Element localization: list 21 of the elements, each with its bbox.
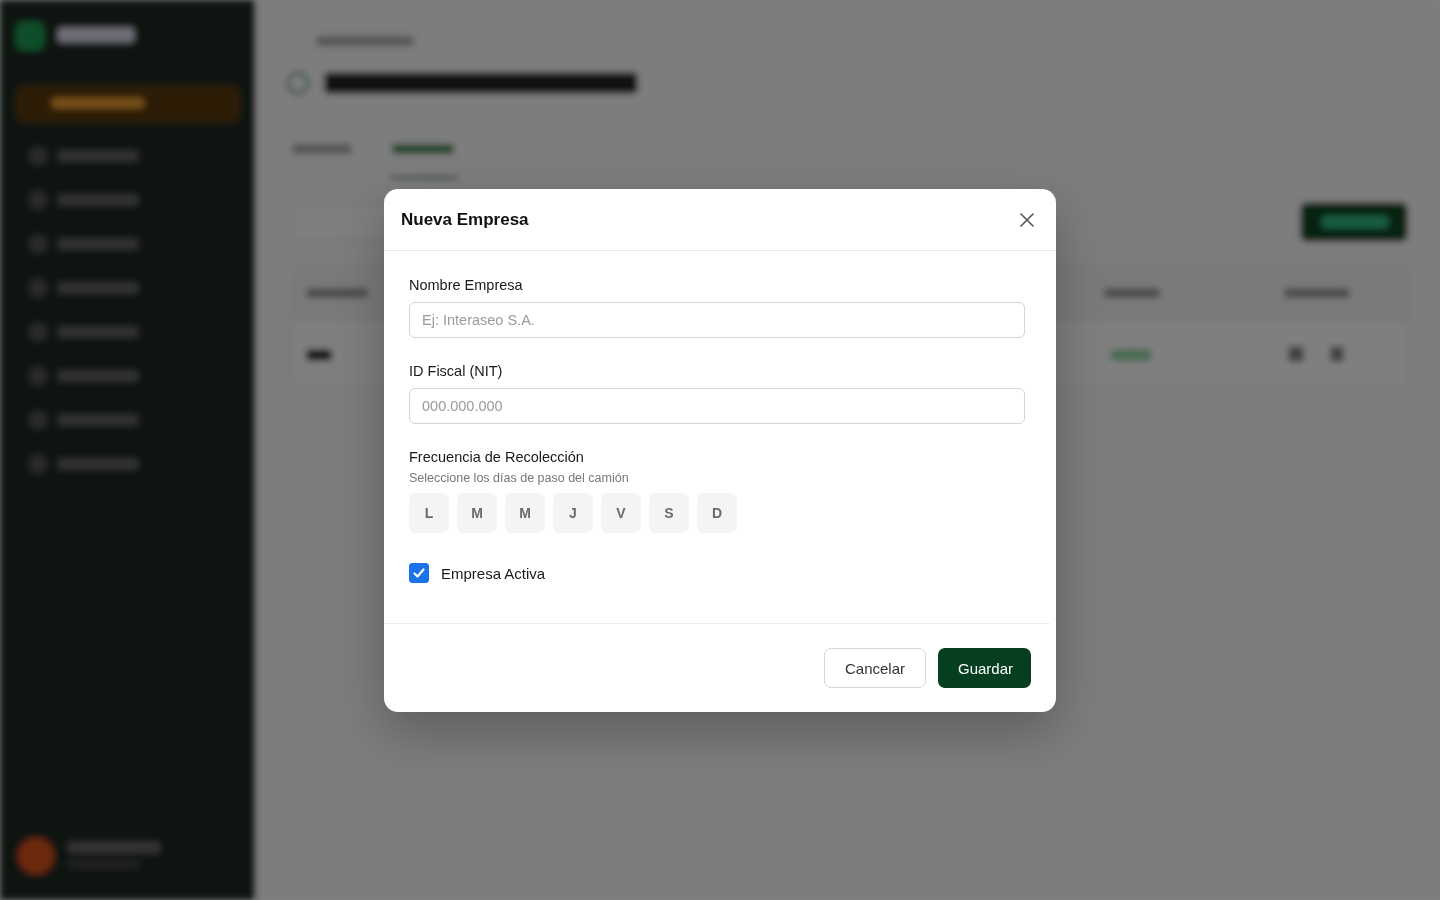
check-icon: [412, 566, 426, 580]
field-label: ID Fiscal (NIT): [409, 363, 504, 379]
field-label: Frecuencia de Recolección: [409, 449, 585, 465]
field-label: Nombre Empresa: [409, 277, 524, 293]
close-icon: [1020, 212, 1034, 227]
dialog-title: Nueva Empresa: [401, 209, 529, 230]
checkbox-label: Empresa Activa: [441, 564, 546, 582]
day-toggle[interactable]: D: [697, 493, 737, 533]
day-toggle[interactable]: V: [601, 493, 641, 533]
day-toggle[interactable]: J: [553, 493, 593, 533]
day-toggle[interactable]: L: [409, 493, 449, 533]
input-field[interactable]: Ej: Interaseo S.A.: [409, 302, 1025, 338]
close-button[interactable]: [1018, 210, 1036, 229]
checkbox[interactable]: [409, 563, 429, 583]
day-toggle[interactable]: M: [457, 493, 497, 533]
hint-text: Seleccione los días de paso del camión: [409, 471, 630, 485]
save-button[interactable]: Guardar: [938, 648, 1031, 688]
input-field[interactable]: 000.000.000: [409, 388, 1025, 424]
day-toggle[interactable]: M: [505, 493, 545, 533]
cancel-button[interactable]: Cancelar: [824, 648, 926, 688]
day-toggle[interactable]: S: [649, 493, 689, 533]
